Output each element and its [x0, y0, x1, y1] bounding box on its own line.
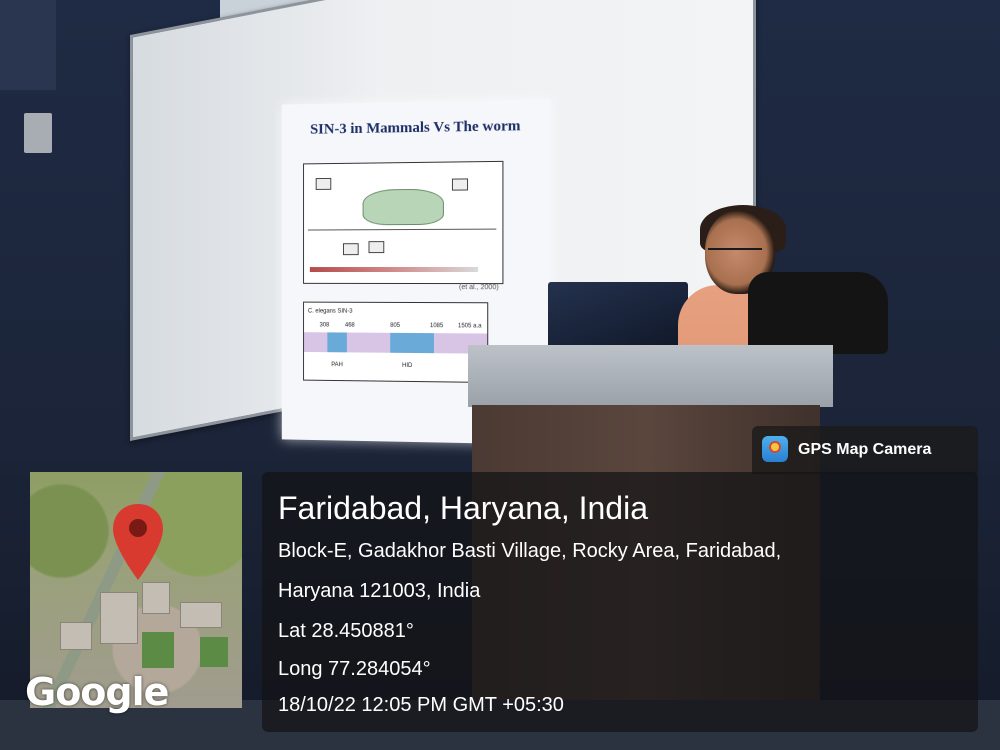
figure2-domain — [390, 332, 434, 354]
photo-scene: SIN-3 in Mammals Vs The worm (et al., 20… — [0, 0, 1000, 750]
address-line-1: Block-E, Gadakhor Basti Village, Rocky A… — [278, 540, 782, 562]
wall-switch — [24, 113, 52, 153]
slide-figure-bottom: C. elegans SIN-3 308 468 805 1085 1505 a… — [303, 301, 489, 383]
laptop — [548, 282, 688, 350]
location-pin-icon — [113, 504, 163, 580]
location-title: Faridabad, Haryana, India — [278, 490, 648, 526]
figure2-tick: 805 — [390, 322, 401, 329]
wall-panel — [0, 0, 56, 90]
figure2-tick: 308 — [319, 322, 330, 329]
figure-caption: (et al., 2000) — [458, 284, 499, 292]
gps-app-name: GPS Map Camera — [798, 441, 932, 458]
figure2-label: PAH — [331, 362, 343, 369]
slide-figure-top — [303, 160, 504, 285]
timestamp-text: 18/10/22 12:05 PM GMT +05:30 — [278, 694, 564, 716]
map-field — [200, 637, 228, 667]
map-field — [142, 632, 174, 668]
gps-app-badge: GPS Map Camera — [752, 426, 978, 474]
podium-top — [468, 345, 833, 407]
figure2-domain — [327, 332, 347, 353]
google-watermark: Google — [25, 670, 169, 714]
latitude-text: Lat 28.450881° — [278, 620, 414, 642]
figure2-title: C. elegans SIN-3 — [307, 308, 353, 315]
map-building — [142, 582, 170, 614]
slide-title: SIN-3 in Mammals Vs The worm — [310, 118, 521, 138]
figure2-tick: 1505 a.a — [457, 323, 482, 330]
gps-camera-icon — [762, 436, 788, 462]
longitude-text: Long 77.284054° — [278, 658, 431, 680]
map-building — [60, 622, 92, 650]
figure2-label: HID — [402, 362, 413, 369]
figure-box — [315, 177, 332, 190]
address-line-2: Haryana 121003, India — [278, 580, 481, 602]
location-info-panel: Faridabad, Haryana, India Block-E, Gadak… — [262, 472, 978, 732]
map-building — [100, 592, 138, 644]
presenter-glasses — [708, 248, 762, 260]
bag — [748, 272, 888, 354]
figure2-tick: 468 — [344, 322, 355, 329]
map-building — [180, 602, 222, 628]
figure-box — [451, 178, 469, 191]
figure-box — [342, 243, 359, 256]
figure-box — [368, 241, 385, 254]
figure-gradient-bar — [309, 266, 479, 272]
figure-protein-complex — [362, 188, 444, 226]
figure-line — [307, 228, 497, 231]
figure2-tick: 1085 — [429, 323, 444, 330]
